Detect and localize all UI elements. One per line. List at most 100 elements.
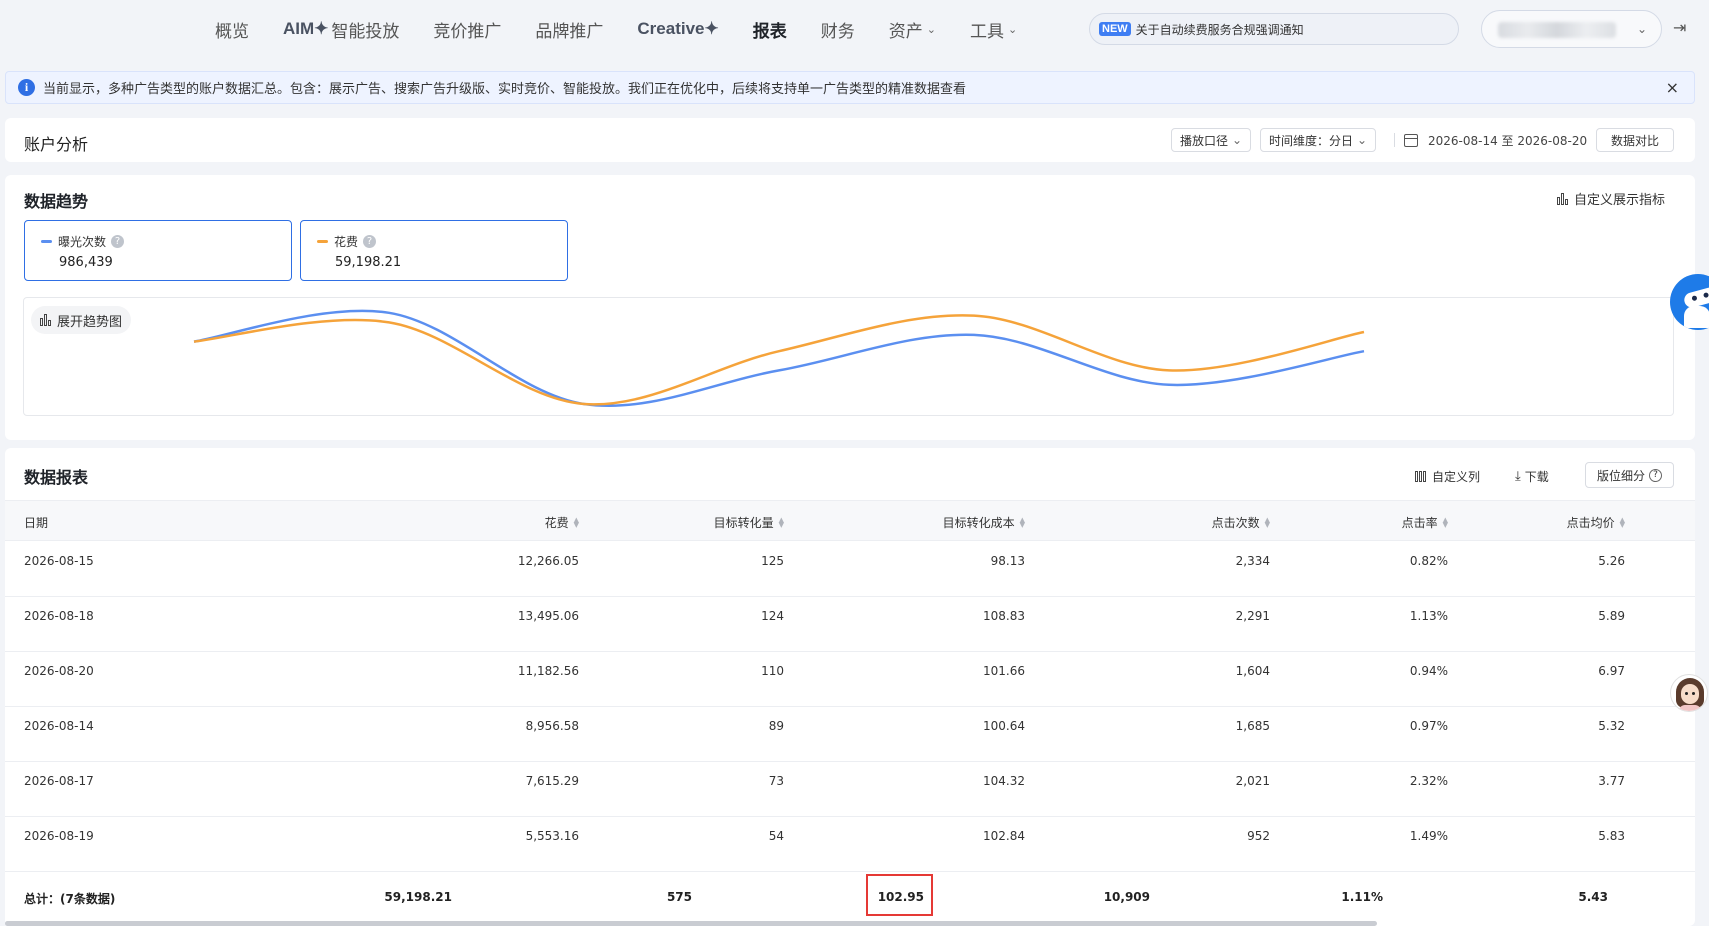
cell-cpc: 5.83 [1598,829,1625,843]
column-label: 目标转化成本 [942,516,1015,530]
column-header-spend[interactable]: 花费 ▲ ▼ [545,514,579,531]
metric-name: 曝光次数 [58,235,107,249]
cell-cpc: 5.32 [1598,719,1625,733]
nav-item-creative[interactable]: Creative✦ [637,19,718,39]
logout-icon[interactable]: ⇥ [1673,18,1686,37]
section-title: 账户分析 [24,135,89,154]
column-label: 目标转化量 [713,516,774,530]
cell-clicks: 2,291 [1235,609,1270,623]
caliber-dropdown[interactable]: 播放口径 ⌄ [1171,128,1252,152]
nav-item-assets[interactable]: 资产 ⌄ [889,17,936,42]
cell-ctr: 0.82% [1409,554,1448,568]
nav-label: 智能投放 [331,21,400,42]
aim-logo: AIM✦ [283,19,329,38]
notice-pill[interactable]: NEW 关于自动续费服务合规强调通知 [1089,13,1459,45]
cell-date: 2026-08-14 [24,719,94,733]
column-header-ctr[interactable]: 点击率 ▲ ▼ [1402,514,1448,531]
custom-columns-button[interactable]: 自定义列 [1415,468,1480,485]
cell-conversions: 124 [761,609,784,623]
help-icon[interactable]: ? [363,235,377,248]
help-icon: ? [1649,468,1662,482]
close-icon[interactable]: × [1666,78,1679,97]
placement-breakdown-button[interactable]: 版位细分 ? [1585,462,1674,488]
column-label: 点击率 [1401,516,1438,530]
nav-label: 资产 [888,21,923,42]
chevron-down-icon: ⌄ [926,22,936,36]
chevron-down-icon: ⌄ [1007,22,1018,36]
cell-date: 2026-08-20 [24,664,94,678]
customer-service-avatar[interactable] [1670,674,1708,712]
nav-label: 报表 [752,21,787,42]
notice-text: 关于自动续费服务合规强调通知 [1135,22,1304,37]
series-color-swatch [41,240,52,243]
section-title: 数据趋势 [24,192,89,211]
cell-date: 2026-08-18 [24,609,94,623]
nav-item-overview[interactable]: 概览 [215,17,249,42]
cell-conversion-cost: 104.32 [983,774,1025,788]
custom-metrics-button[interactable]: 自定义展示指标 [1556,189,1665,208]
time-dimension-dropdown[interactable]: 时间维度：分日 ⌄ [1260,128,1377,152]
custom-metrics-label: 自定义展示指标 [1573,193,1665,208]
date-range-picker[interactable]: 2026-08-14 至 2026-08-20 [1404,128,1587,152]
cell-clicks: 1,604 [1235,664,1270,678]
nav-item-aim[interactable]: AIM✦ 智能投放 [283,17,399,42]
nav-item-bidding[interactable]: 竞价推广 [433,17,501,42]
column-label: 点击次数 [1211,516,1260,530]
nav-item-reports[interactable]: 报表 [753,17,787,42]
table-total-row: 总计：(7条数据) 59,198.21 575 102.95 10,909 1.… [5,872,1695,926]
cell-ctr: 0.97% [1409,719,1448,733]
nav-label: Creative✦ [637,19,719,38]
column-header-cpc[interactable]: 点击均价 ▲ ▼ [1567,514,1625,531]
column-header-clicks[interactable]: 点击次数 ▲ ▼ [1212,514,1270,531]
nav-label: 工具 [969,21,1004,42]
compare-button[interactable]: 数据对比 [1596,128,1674,152]
cell-cpc: 6.97 [1598,664,1625,678]
cell-conversion-cost: 101.66 [983,664,1025,678]
sort-icon: ▲ ▼ [573,515,579,529]
cell-clicks: 1,685 [1235,719,1270,733]
expand-trend-label: 展开趋势图 [57,314,123,330]
series-line [193,309,1365,408]
cell-date: 2026-08-15 [24,554,94,568]
column-header-conversions[interactable]: 目标转化量 ▲ ▼ [714,514,784,531]
cell-date: 2026-08-17 [24,774,94,788]
metric-card-impressions[interactable]: 曝光次数 ? 986,439 [24,220,292,281]
sort-icon: ▲ ▼ [1442,515,1448,529]
cell-spend: 11,182.56 [517,664,579,678]
sort-icon: ▲ ▼ [1019,515,1025,529]
help-icon[interactable]: ? [111,235,125,248]
nav-item-finance[interactable]: 财务 [821,17,855,42]
metric-value: 986,439 [59,255,113,270]
total-spend: 59,198.21 [384,890,452,904]
nav-item-tools[interactable]: 工具 ⌄ [970,17,1017,42]
cell-ctr: 2.32% [1409,774,1448,788]
cell-conversion-cost: 100.64 [983,719,1025,733]
metric-card-spend[interactable]: 花费 ? 59,198.21 [300,220,568,281]
sort-icon: ▲ ▼ [1264,515,1270,529]
total-label: 总计：(7条数据) [24,892,116,906]
account-switcher[interactable]: ⌄ [1481,10,1662,48]
top-navigation: 概览 AIM✦ 智能投放 竞价推广 品牌推广 Creative✦ 报表 财务 资产… [0,0,1709,58]
cell-conversion-cost: 108.83 [983,609,1025,623]
cell-clicks: 2,021 [1235,774,1270,788]
nav-item-brand[interactable]: 品牌推广 [535,17,603,42]
banner-text: 当前显示，多种广告类型的账户数据汇总。包含：展示广告、搜索广告升级版、实时竞价、… [43,82,967,97]
cell-cpc: 3.77 [1598,774,1625,788]
horizontal-scrollbar[interactable] [5,921,1377,926]
cell-conversion-cost: 102.84 [983,829,1025,843]
custom-columns-label: 自定义列 [1432,470,1481,484]
avatar-face [1681,684,1699,704]
expand-trend-button[interactable]: 展开趋势图 [31,306,132,334]
column-label: 花费 [544,516,569,530]
table-row: 2026-08-15 12,266.05 125 98.13 2,334 0.82% 5.2… [5,542,1695,597]
metric-name: 花费 [334,235,359,249]
total-conversions: 575 [666,890,692,904]
download-button[interactable]: ⤓ 下载 [1515,468,1549,485]
total-clicks: 10,909 [1103,890,1150,904]
total-ctr: 1.11% [1341,890,1383,904]
column-header-conversion-cost[interactable]: 目标转化成本 ▲ ▼ [943,514,1025,531]
sort-icon: ▲ ▼ [1619,515,1625,529]
nav-label: 品牌推广 [535,21,604,42]
bot-body [1684,306,1709,328]
table-row: 2026-08-14 8,956.58 89 100.64 1,685 0.97% 5.32 [5,707,1695,762]
